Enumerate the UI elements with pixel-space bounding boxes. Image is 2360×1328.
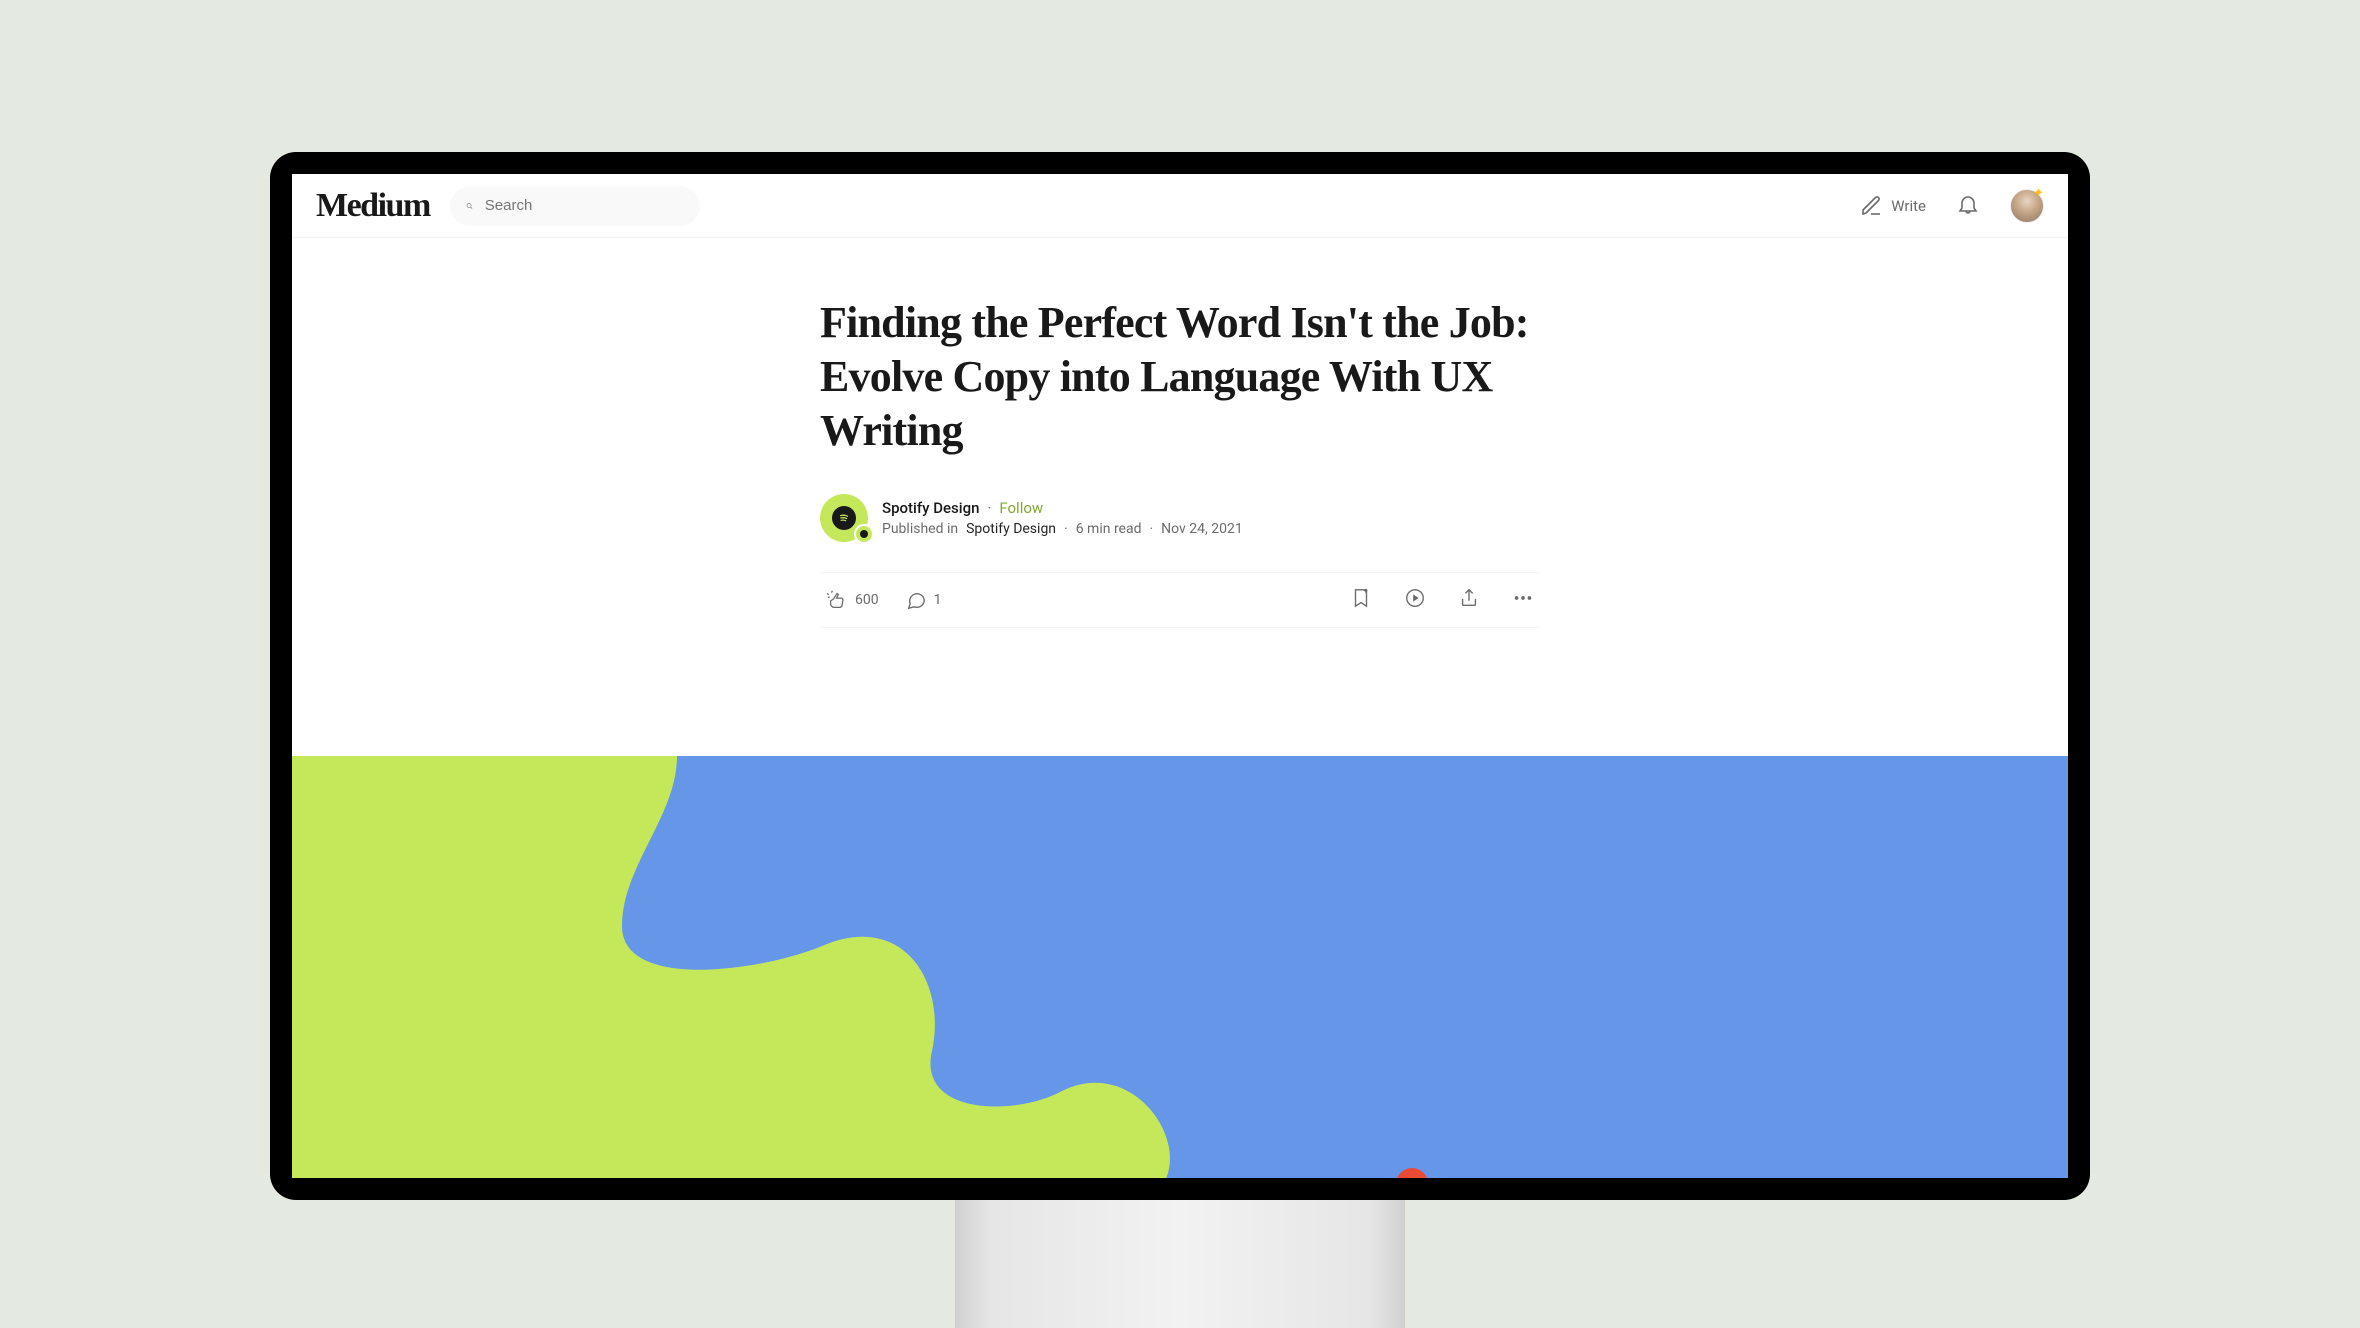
publication-badge xyxy=(854,524,874,544)
bookmark-button[interactable] xyxy=(1350,587,1372,613)
avatar[interactable]: ✦ xyxy=(2010,189,2044,223)
share-icon xyxy=(1458,587,1480,609)
comment-count: 1 xyxy=(934,592,942,608)
search-input[interactable] xyxy=(485,197,684,214)
write-button[interactable]: Write xyxy=(1859,194,1926,218)
bell-icon xyxy=(1956,192,1980,216)
comment-button[interactable]: 1 xyxy=(905,589,942,611)
header: Medium Write ✦ xyxy=(292,174,2068,238)
clap-button[interactable]: 600 xyxy=(826,589,879,611)
author-avatar[interactable] xyxy=(820,494,868,542)
hero-illustration xyxy=(292,756,2068,1178)
search-icon xyxy=(466,195,473,217)
medium-logo[interactable]: Medium xyxy=(316,187,430,225)
byline: Spotify Design · Follow Published in Spo… xyxy=(820,494,1540,542)
screen: Medium Write ✦ Finding the Perfect Word … xyxy=(292,174,2068,1178)
write-label: Write xyxy=(1891,197,1926,215)
more-icon xyxy=(1512,587,1534,609)
article: Finding the Perfect Word Isn't the Job: … xyxy=(820,238,1540,628)
search-box[interactable] xyxy=(450,186,700,226)
play-circle-icon xyxy=(1404,587,1426,609)
article-title: Finding the Perfect Word Isn't the Job: … xyxy=(820,296,1540,458)
clap-count: 600 xyxy=(855,592,879,608)
engagement-bar: 600 1 xyxy=(820,572,1540,628)
share-button[interactable] xyxy=(1458,587,1480,613)
listen-button[interactable] xyxy=(1404,587,1426,613)
bookmark-icon xyxy=(1350,587,1372,609)
more-button[interactable] xyxy=(1512,587,1534,613)
publish-date: Nov 24, 2021 xyxy=(1161,521,1243,537)
published-in-label: Published in xyxy=(882,521,958,537)
follow-button[interactable]: Follow xyxy=(999,499,1043,517)
author-name[interactable]: Spotify Design xyxy=(882,499,979,517)
member-star-icon: ✦ xyxy=(2033,186,2047,200)
monitor-stand xyxy=(955,1200,1405,1328)
publication-link[interactable]: Spotify Design xyxy=(966,521,1056,537)
notifications-button[interactable] xyxy=(1956,192,1980,220)
clap-icon xyxy=(826,589,848,611)
monitor-frame: Medium Write ✦ Finding the Perfect Word … xyxy=(270,152,2090,1200)
read-time: 6 min read xyxy=(1076,521,1142,537)
write-icon xyxy=(1859,194,1883,218)
comment-icon xyxy=(905,589,927,611)
spotify-icon xyxy=(832,506,856,530)
